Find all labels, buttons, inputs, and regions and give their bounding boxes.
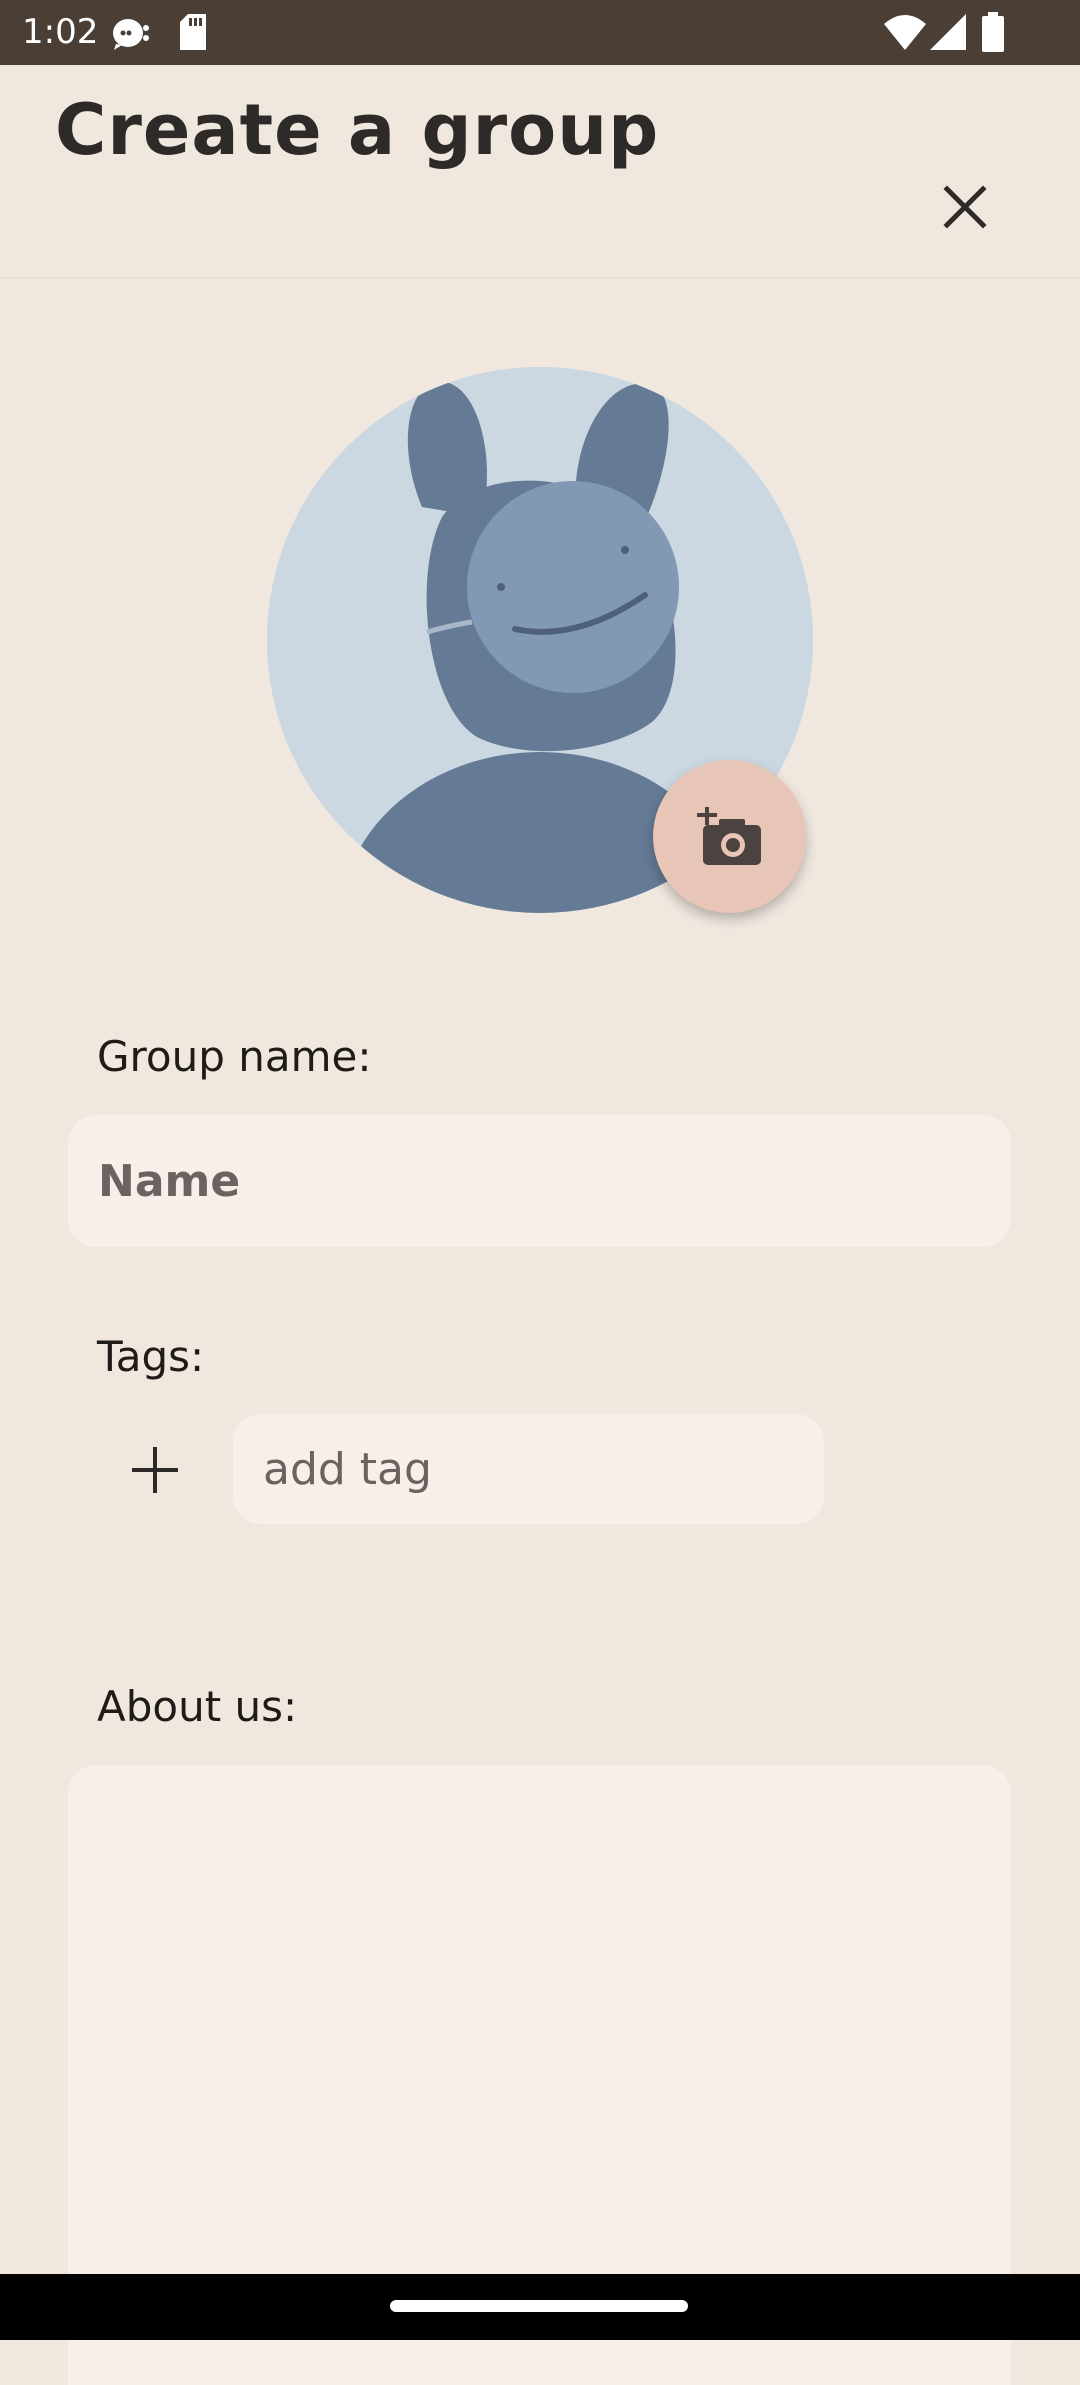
status-time: 1:02 [22,12,99,52]
add-tag-button[interactable] [110,1420,200,1520]
tag-input[interactable] [233,1414,824,1524]
status-bar: 1:02 [0,0,1080,65]
group-name-input[interactable] [68,1115,1011,1247]
close-button[interactable] [930,172,1000,242]
tags-label: Tags: [97,1332,205,1381]
chat-notification-icon [113,19,149,50]
close-icon [943,185,987,229]
group-name-label: Group name: [97,1032,372,1081]
page-title: Create a group [55,89,660,171]
plus-icon [132,1447,178,1493]
home-gesture-handle[interactable] [390,2300,688,2312]
add-photo-camera-icon [696,806,761,865]
battery-icon [982,12,1004,52]
about-us-label: About us: [97,1682,298,1731]
cellular-signal-icon [930,14,966,50]
sd-card-icon [180,14,206,50]
change-photo-button[interactable] [653,760,806,913]
wifi-icon [884,15,926,50]
